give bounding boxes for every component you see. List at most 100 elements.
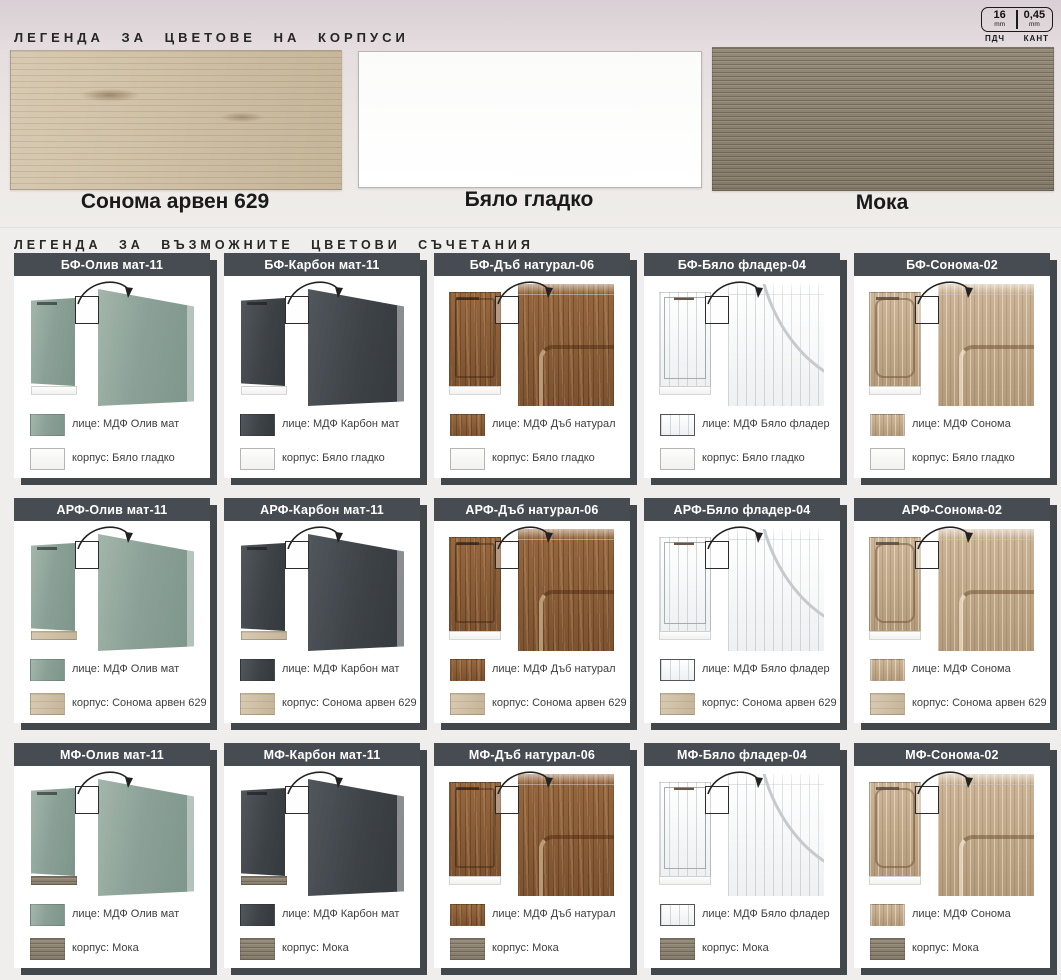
face-label: лице: МДФ Дъб натурал: [492, 414, 616, 434]
zoom-arrow-icon: [282, 764, 356, 798]
door-handle: [37, 302, 57, 305]
face-swatch: [450, 414, 485, 436]
combo-card-body: лице: МДФ Сонома корпус: Сонома арвен 62…: [854, 521, 1050, 723]
zoom-arrow-icon: [702, 764, 776, 798]
door-frame: [664, 542, 706, 624]
combo-card: АРФ-Бяло фладер-04: [644, 498, 840, 723]
body-label: корпус: Бяло гладко: [282, 448, 385, 468]
combo-card-title: МФ-Олив мат-11: [14, 743, 210, 766]
zoom-arrow-icon: [72, 764, 146, 798]
door-illustration: [14, 521, 210, 656]
body-color-swatch-white-smooth: [358, 51, 702, 188]
combo-card-body: лице: МДФ Бяло фладер корпус: Мока: [644, 766, 840, 968]
zoom-arrow-icon: [72, 274, 146, 308]
body-label: корпус: Мока: [912, 938, 979, 958]
body-swatch: [240, 693, 275, 715]
face-label: лице: МДФ Олив мат: [72, 414, 179, 434]
face-label: лице: МДФ Дъб натурал: [492, 659, 616, 679]
combo-card: БФ-Бяло фладер-04 л: [644, 253, 840, 478]
panel-edge-highlight: [187, 779, 194, 896]
edge-spec-labels: ПДЧ КАНТ: [981, 32, 1053, 43]
combo-card-body: лице: МДФ Карбон мат корпус: Бяло гладко: [224, 276, 420, 478]
body-label: корпус: Бяло гладко: [72, 448, 175, 468]
body-legend-row: корпус: Сонома арвен 629: [14, 693, 210, 715]
face-swatch: [870, 414, 905, 436]
door-front: [241, 298, 285, 386]
door-frame: [875, 298, 915, 378]
door-front: [31, 788, 75, 876]
zoom-arrow-icon: [282, 274, 356, 308]
body-label: корпус: Бяло гладко: [492, 448, 595, 468]
body-swatch: [30, 693, 65, 715]
combo-card-body: лице: МДФ Сонома корпус: Мока: [854, 766, 1050, 968]
face-swatch: [240, 659, 275, 681]
face-legend-row: лице: МДФ Олив мат: [14, 904, 210, 926]
body-swatch: [870, 693, 905, 715]
door-plinth: [31, 631, 77, 640]
body-legend-row: корпус: Сонома арвен 629: [434, 693, 630, 715]
face-legend-row: лице: МДФ Бяло фладер: [644, 414, 840, 436]
door-frame: [875, 788, 915, 868]
door-front: [241, 543, 285, 631]
section-title-body-colors: ЛЕГЕНДА ЗА ЦВЕТОВЕ НА КОРПУСИ: [14, 30, 409, 45]
combo-card-body: лице: МДФ Олив мат корпус: Сонома арвен …: [14, 521, 210, 723]
panel-edge-highlight: [397, 289, 404, 406]
door-front: [31, 298, 75, 386]
body-swatch: [870, 448, 905, 470]
door-plinth: [869, 386, 921, 395]
section-title-combinations: ЛЕГЕНДА ЗА ВЪЗМОЖНИТЕ ЦВЕТОВИ СЪЧЕТАНИЯ: [14, 238, 534, 252]
face-swatch: [30, 659, 65, 681]
board-thickness-value: 16: [994, 10, 1006, 21]
door-plinth: [449, 631, 501, 640]
combo-card-title: МФ-Бяло фладер-04: [644, 743, 840, 766]
face-legend-row: лице: МДФ Дъб натурал: [434, 659, 630, 681]
body-legend-row: корпус: Сонома арвен 629: [644, 693, 840, 715]
body-color-swatch-mocha-textile: [712, 47, 1054, 191]
frame-corner-moulding: [959, 835, 1034, 896]
body-color-label: Сонома арвен 629: [10, 190, 340, 214]
body-legend-row: корпус: Мока: [434, 938, 630, 960]
combo-card-body: лице: МДФ Сонома корпус: Бяло гладко: [854, 276, 1050, 478]
body-legend-row: корпус: Бяло гладко: [224, 448, 420, 470]
board-thickness-unit: mm: [994, 22, 1005, 29]
door-plinth: [659, 386, 711, 395]
edge-spec-divider: [1016, 10, 1018, 29]
door-frame: [664, 787, 706, 869]
combo-card: АРФ-Олив мат-11 лице: МДФ Олив мат: [14, 498, 210, 723]
frame-corner-moulding: [539, 345, 614, 406]
combo-card: АРФ-Карбон мат-11 лице: МДФ Карбон мат: [224, 498, 420, 723]
combo-card-title: МФ-Сонома-02: [854, 743, 1050, 766]
body-legend-row: корпус: Бяло гладко: [14, 448, 210, 470]
zoom-arrow-icon: [492, 274, 566, 308]
edge-spec-box: 16 mm 0,45 mm ПДЧ КАНТ: [981, 7, 1053, 43]
face-swatch: [870, 659, 905, 681]
face-legend-row: лице: МДФ Сонома: [854, 414, 1050, 436]
body-swatch: [450, 693, 485, 715]
combo-card-body: лице: МДФ Олив мат корпус: Мока: [14, 766, 210, 968]
combo-card: МФ-Олив мат-11 лице: МДФ Олив мат: [14, 743, 210, 968]
body-colors-section: ЛЕГЕНДА ЗА ЦВЕТОВЕ НА КОРПУСИ 16 mm 0,45…: [0, 0, 1061, 228]
body-legend-row: корпус: Мока: [854, 938, 1050, 960]
body-label: корпус: Мока: [702, 938, 769, 958]
face-swatch: [450, 904, 485, 926]
body-legend-row: корпус: Бяло гладко: [644, 448, 840, 470]
body-color-label: Мока: [712, 191, 1052, 215]
body-legend-row: корпус: Мока: [224, 938, 420, 960]
combo-card: МФ-Карбон мат-11 лице: МДФ Карбон мат: [224, 743, 420, 968]
door-handle: [247, 792, 267, 795]
face-legend-row: лице: МДФ Сонома: [854, 659, 1050, 681]
zoom-arrow-icon: [282, 519, 356, 553]
frame-corner-moulding: [539, 590, 614, 651]
panel-edge-highlight: [397, 534, 404, 651]
body-label: корпус: Сонома арвен 629: [492, 693, 627, 713]
door-illustration: [434, 276, 630, 411]
edge-thickness: 0,45 mm: [1020, 10, 1049, 29]
face-swatch: [30, 904, 65, 926]
door-illustration: [854, 276, 1050, 411]
face-legend-row: лице: МДФ Олив мат: [14, 659, 210, 681]
board-thickness: 16 mm: [985, 10, 1014, 29]
door-illustration: [224, 766, 420, 901]
door-frame: [455, 298, 495, 378]
door-illustration: [854, 521, 1050, 656]
body-label: корпус: Мока: [72, 938, 139, 958]
